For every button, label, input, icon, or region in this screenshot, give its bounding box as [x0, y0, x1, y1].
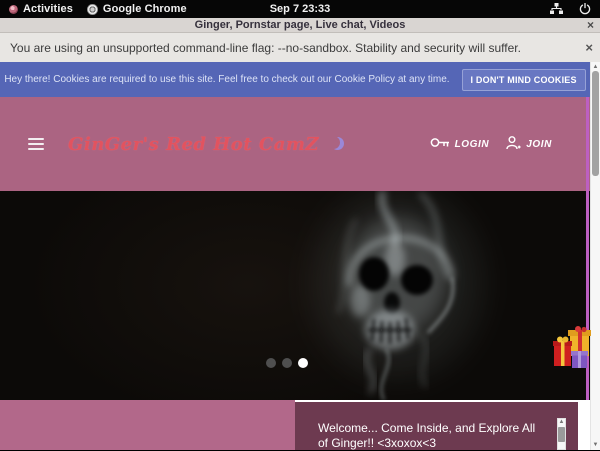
gifts-icon[interactable] — [553, 326, 593, 368]
cookie-message: Hey there! Cookies are required to use t… — [4, 74, 449, 85]
welcome-scroll-up-icon[interactable]: ▲ — [558, 419, 565, 426]
smoke-skull-image — [0, 191, 590, 400]
person-add-icon — [506, 136, 521, 153]
scroll-up-icon[interactable]: ▲ — [591, 64, 600, 70]
carousel-dot[interactable] — [298, 358, 308, 368]
webpage: Hey there! Cookies are required to use t… — [0, 62, 590, 450]
site-header: GinGer's Red Hot CamZ LOGIN JOIN — [0, 97, 590, 191]
welcome-scroll-thumb[interactable] — [558, 427, 565, 442]
cookie-banner: Hey there! Cookies are required to use t… — [0, 62, 590, 97]
cookie-accept-button[interactable]: I DON'T MIND COOKIES — [462, 69, 586, 91]
recording-indicator-icon — [9, 5, 18, 14]
focused-app-menu[interactable]: Google Chrome — [103, 3, 187, 15]
window-title: Ginger, Pornstar page, Live chat, Videos — [195, 19, 406, 31]
scroll-down-icon[interactable]: ▼ — [591, 442, 600, 448]
chrome-icon — [87, 4, 98, 15]
gnome-top-bar: Activities Google Chrome Sep 7 23:33 — [0, 0, 600, 18]
activities-button[interactable]: Activities — [23, 3, 73, 15]
carousel-dots — [266, 358, 308, 368]
site-logo[interactable]: GinGer's Red Hot CamZ — [68, 134, 340, 155]
section-background — [0, 400, 295, 450]
login-button[interactable]: LOGIN — [430, 136, 490, 152]
welcome-scrollbar[interactable]: ▲ — [557, 418, 566, 450]
infobar-close-icon[interactable]: × — [585, 40, 593, 55]
window-close-icon[interactable]: × — [587, 18, 594, 32]
infobar-message: You are using an unsupported command-lin… — [10, 41, 521, 55]
carousel-dot[interactable] — [266, 358, 276, 368]
moon-icon — [327, 136, 340, 149]
welcome-line1: Welcome... Come Inside, and Explore All — [318, 421, 578, 436]
header-actions: LOGIN JOIN — [430, 97, 552, 191]
scroll-thumb[interactable] — [592, 71, 599, 176]
network-icon[interactable] — [550, 3, 563, 15]
window-title-bar[interactable]: Ginger, Pornstar page, Live chat, Videos… — [0, 18, 600, 33]
site-logo-text: GinGer's Red Hot CamZ — [68, 134, 319, 155]
login-label: LOGIN — [455, 139, 490, 150]
carousel-dot[interactable] — [282, 358, 292, 368]
page-scrollbar[interactable]: ▲ ▼ — [590, 62, 600, 450]
hero-carousel — [0, 191, 590, 400]
key-icon — [430, 136, 450, 152]
join-label: JOIN — [526, 139, 552, 150]
desktop: Activities Google Chrome Sep 7 23:33 Gin… — [0, 0, 600, 450]
welcome-box: Welcome... Come Inside, and Explore All … — [295, 402, 578, 450]
welcome-section: Welcome... Come Inside, and Explore All … — [0, 400, 590, 450]
menu-icon[interactable] — [28, 135, 44, 153]
join-button[interactable]: JOIN — [506, 136, 552, 153]
browser-viewport: Hey there! Cookies are required to use t… — [0, 62, 600, 450]
welcome-line2: of Ginger!! <3xoxox<3 — [318, 436, 578, 451]
chrome-infobar: You are using an unsupported command-lin… — [0, 33, 600, 62]
power-icon[interactable] — [579, 3, 591, 15]
